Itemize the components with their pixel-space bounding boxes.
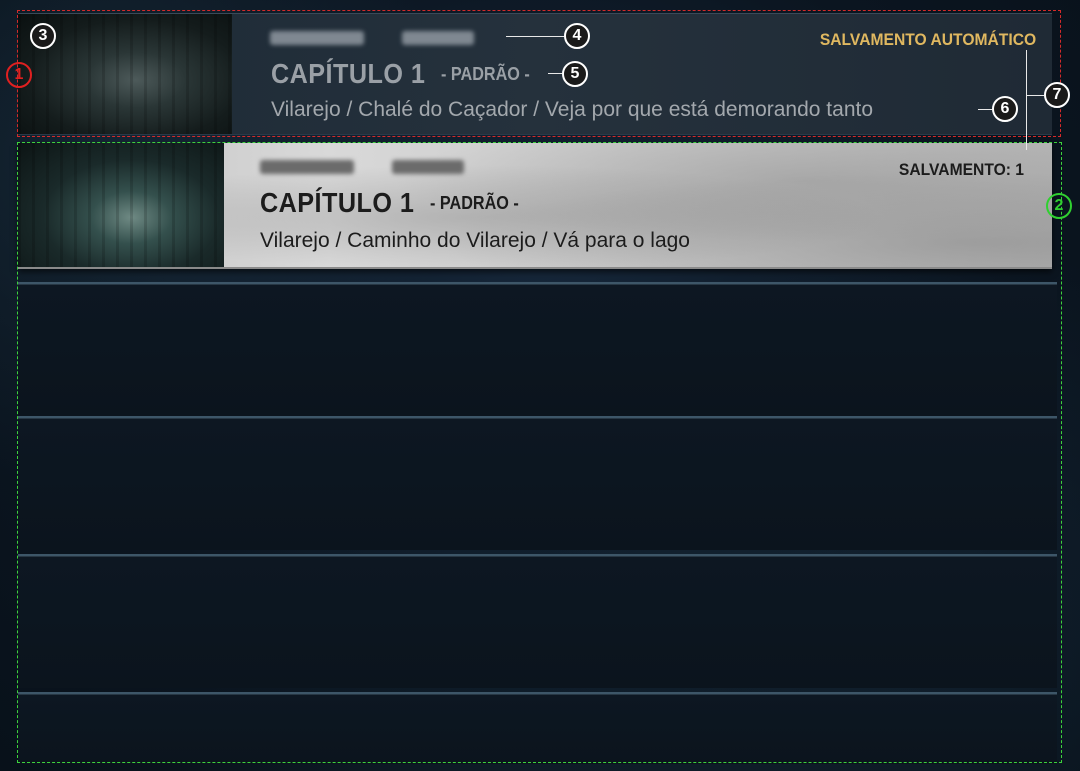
leader-6	[978, 109, 992, 110]
callout-1: 1	[6, 62, 32, 88]
callout-3: 3	[30, 23, 56, 49]
leader-7-vertical	[1026, 50, 1027, 150]
manual-saves-highlight-frame	[17, 142, 1062, 763]
autosave-highlight-frame	[17, 10, 1061, 137]
leader-7	[1026, 95, 1044, 96]
callout-5: 5	[562, 61, 588, 87]
callout-4: 4	[564, 23, 590, 49]
callout-6: 6	[992, 96, 1018, 122]
callout-7: 7	[1044, 82, 1070, 108]
leader-5	[548, 73, 562, 74]
leader-4	[506, 36, 564, 37]
callout-2: 2	[1046, 193, 1072, 219]
